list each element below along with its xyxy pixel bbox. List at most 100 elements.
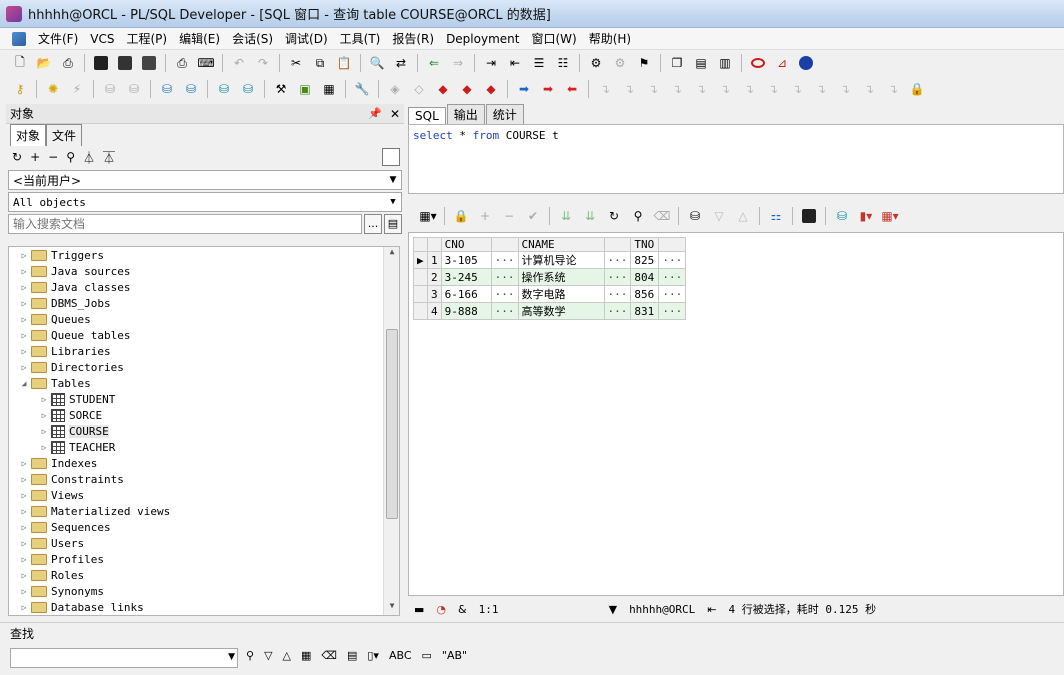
tile-horizontal-icon[interactable]: ▤ <box>690 53 712 73</box>
pin-icon[interactable]: 📌 <box>368 107 382 120</box>
call-stack-icon[interactable]: ↴ <box>786 79 808 99</box>
tree-item[interactable]: ▷ Queue tables <box>9 327 399 343</box>
connection-dropdown-arrow[interactable]: ▼ <box>603 603 623 616</box>
debug-run-icon[interactable]: ◇ <box>408 79 430 99</box>
save-all-icon[interactable] <box>138 53 160 73</box>
search-doc-icon[interactable]: ▤ <box>384 214 402 234</box>
toggle-breakpoint-icon[interactable]: ↴ <box>714 79 736 99</box>
cell-ellipsis-button[interactable]: ··· <box>603 268 632 286</box>
next-record-icon[interactable]: △ <box>732 206 754 226</box>
highlight-icon[interactable]: ▦ <box>301 649 311 662</box>
debug-output-icon[interactable]: ↴ <box>834 79 856 99</box>
save-as-icon[interactable] <box>114 53 136 73</box>
open-icon[interactable]: 📂 <box>33 53 55 73</box>
tree-item[interactable]: ▷ Sequences <box>9 519 399 535</box>
tree-expand-icon[interactable]: ▷ <box>19 299 29 308</box>
object-search-input[interactable] <box>8 214 362 234</box>
tab-sql[interactable]: SQL <box>408 107 446 124</box>
tree-item[interactable]: ▷ Profiles <box>9 551 399 567</box>
browser-icon[interactable]: ▦ <box>318 79 340 99</box>
unindent-icon[interactable]: ⇤ <box>504 53 526 73</box>
chevron-down-icon[interactable]: ▼ <box>228 652 235 662</box>
breakpoints-icon[interactable]: ↴ <box>810 79 832 99</box>
col-header-tno[interactable]: TNO <box>630 237 660 252</box>
menu-session[interactable]: 会话(S) <box>226 30 279 47</box>
tree-collapse-icon[interactable]: ◢ <box>19 379 29 388</box>
rollback-icon[interactable]: ⛁ <box>123 79 145 99</box>
undo-icon[interactable]: ↶ <box>228 53 250 73</box>
cell-ellipsis-button[interactable]: ··· <box>603 285 632 303</box>
run-to-exception-icon[interactable]: ↴ <box>690 79 712 99</box>
tree-item[interactable]: ▷ Views <box>9 487 399 503</box>
cell-ellipsis-button[interactable]: ··· <box>603 251 632 269</box>
execute-gear-icon[interactable]: ✺ <box>42 79 64 99</box>
copy-icon[interactable]: ⧉ <box>309 53 331 73</box>
tree-expand-icon[interactable]: ▷ <box>19 603 29 612</box>
tree-expand-icon[interactable]: ▷ <box>19 315 29 324</box>
scroll-thumb[interactable] <box>386 329 398 519</box>
case-icon[interactable]: ▤ <box>347 649 357 662</box>
search-options-button[interactable]: ... <box>364 214 382 234</box>
row-marker[interactable] <box>413 302 428 320</box>
tree-item[interactable]: ▷ Constraints <box>9 471 399 487</box>
tree-item[interactable]: ▷ Queues <box>9 311 399 327</box>
menu-tools[interactable]: 工具(T) <box>334 30 387 47</box>
tree-item[interactable]: ▷ COURSE <box>9 423 399 439</box>
tree-scrollbar[interactable]: ▲ ▼ <box>383 247 399 615</box>
filter-icon[interactable]: ⏃ <box>83 149 95 166</box>
find-input[interactable]: ▼ <box>10 648 238 668</box>
tools-icon[interactable]: ⚒ <box>270 79 292 99</box>
tree-expand-icon[interactable]: ▷ <box>19 539 29 548</box>
tree-item[interactable]: ▷ Database links <box>9 599 399 615</box>
cell-cname[interactable]: 高等数学 <box>517 302 605 320</box>
save-result-icon[interactable] <box>798 206 820 226</box>
grid-select-icon[interactable]: ▦▾ <box>417 206 439 226</box>
break-icon[interactable]: ⚡ <box>66 79 88 99</box>
comment-icon[interactable]: ☰ <box>528 53 550 73</box>
new-sql-window-icon[interactable]: ⛁ <box>156 79 178 99</box>
locals-icon[interactable]: ↴ <box>762 79 784 99</box>
tree-item[interactable]: ▷ Users <box>9 535 399 551</box>
cell-cno[interactable]: 3-245 <box>440 268 492 286</box>
tree-expand-icon[interactable]: ▷ <box>19 475 29 484</box>
row-number[interactable]: 4 <box>426 302 442 320</box>
oracle-icon[interactable] <box>747 53 769 73</box>
cell-tno[interactable]: 825 <box>630 251 660 269</box>
tree-expand-icon[interactable]: ▷ <box>19 347 29 356</box>
query-by-example-icon[interactable]: ⛁ <box>684 206 706 226</box>
cell-tno[interactable]: 831 <box>630 302 660 320</box>
menu-debug[interactable]: 调试(D) <box>279 30 334 47</box>
previous-record-icon[interactable]: ▽ <box>708 206 730 226</box>
tree-item[interactable]: ▷ Roles <box>9 567 399 583</box>
post-changes-icon[interactable]: ✔ <box>522 206 544 226</box>
debug-lock-icon[interactable]: 🔒 <box>906 79 928 99</box>
menu-file[interactable]: 文件(F) <box>32 30 84 47</box>
scroll-down-icon[interactable]: ▼ <box>384 601 399 615</box>
paste-icon[interactable]: 📋 <box>333 53 355 73</box>
row-number[interactable]: 2 <box>426 268 442 286</box>
cut-icon[interactable]: ✂ <box>285 53 307 73</box>
row-number[interactable]: 3 <box>426 285 442 303</box>
eraser-icon[interactable]: ⌫ <box>321 649 337 662</box>
info-icon[interactable] <box>795 53 817 73</box>
chart-icon[interactable]: ▮▾ <box>855 206 877 226</box>
debug-stop-icon[interactable]: ◆ <box>432 79 454 99</box>
tree-expand-icon[interactable]: ▷ <box>19 459 29 468</box>
watch-icon[interactable]: ↴ <box>738 79 760 99</box>
find-icon[interactable]: ⚲ <box>627 206 649 226</box>
col-header-cno[interactable]: CNO <box>440 237 492 252</box>
command-window-icon[interactable]: ⛁ <box>213 79 235 99</box>
add-icon[interactable]: + <box>30 150 40 164</box>
redo-icon[interactable]: ↷ <box>252 53 274 73</box>
tree-item[interactable]: ▷ Directories <box>9 359 399 375</box>
query-builder-icon[interactable]: ⚙ <box>585 53 607 73</box>
cell-ellipsis-button[interactable]: ··· <box>658 268 687 286</box>
filter-edit-icon[interactable]: ⏄ <box>103 149 115 166</box>
table-row[interactable]: 4 9-888 ··· 高等数学 ··· 831 ··· <box>413 302 687 320</box>
menu-window[interactable]: 窗口(W) <box>525 30 582 47</box>
tree-expand-icon[interactable]: ▷ <box>19 267 29 276</box>
menu-deployment[interactable]: Deployment <box>440 32 525 46</box>
step-over-icon[interactable]: ↴ <box>618 79 640 99</box>
debug-variables-icon[interactable]: ↴ <box>882 79 904 99</box>
row-marker[interactable]: ▶ <box>413 251 428 269</box>
